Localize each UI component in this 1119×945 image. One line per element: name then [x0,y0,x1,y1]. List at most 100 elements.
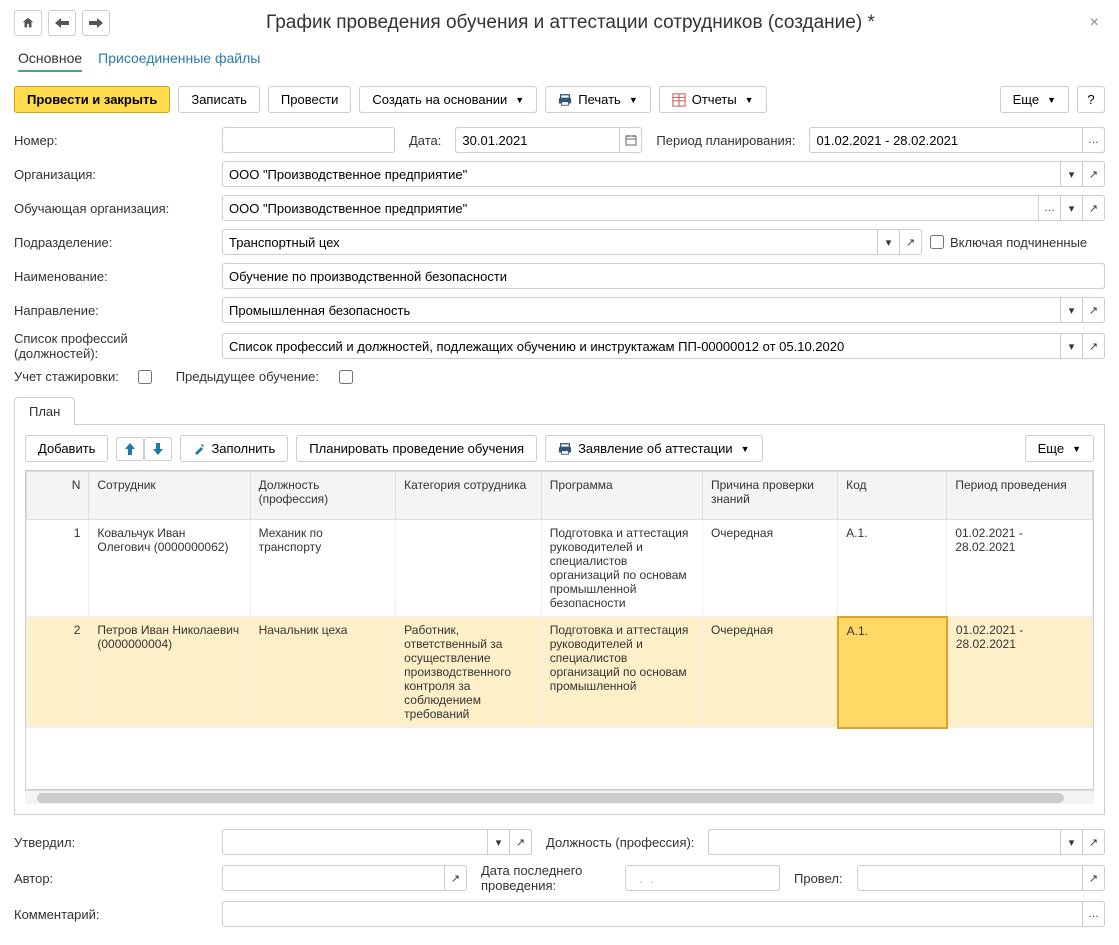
approved-input[interactable] [222,829,488,855]
tab-main[interactable]: Основное [18,50,82,72]
cell-category [396,520,542,617]
train-org-dropdown-button[interactable]: ▾ [1061,195,1083,221]
close-button[interactable]: × [1084,14,1105,32]
move-down-button[interactable] [144,437,172,461]
attestation-statement-button[interactable]: Заявление об аттестации▼ [545,435,762,462]
include-sub-checkbox-wrap[interactable]: Включая подчиненные [930,235,1087,250]
col-period[interactable]: Период проведения [947,472,1093,520]
tab-plan[interactable]: План [14,397,75,425]
org-input[interactable] [222,161,1061,187]
date-input[interactable] [455,127,620,153]
fill-button[interactable]: Заполнить [180,435,288,462]
col-n[interactable]: N [27,472,89,520]
date-picker-button[interactable] [620,127,642,153]
include-sub-label: Включая подчиненные [950,235,1087,250]
number-input[interactable] [222,127,395,153]
help-button[interactable]: ? [1077,86,1105,113]
col-employee[interactable]: Сотрудник [89,472,250,520]
print-button[interactable]: Печать ▼ [545,86,651,113]
org-open-button[interactable]: ↗ [1083,161,1105,187]
proflist-input[interactable] [222,333,1061,359]
prev-training-checkbox[interactable] [339,370,353,384]
proflist-label: Список профессий (должностей): [14,331,214,361]
move-up-button[interactable] [116,437,144,461]
calendar-icon [625,134,637,146]
page-title: График проведения обучения и аттестации … [266,12,875,34]
more-button[interactable]: Еще▼ [1000,86,1069,113]
chevron-down-icon: ▼ [515,95,524,105]
last-date-input[interactable] [625,865,780,891]
grid-more-button[interactable]: Еще▼ [1025,435,1094,462]
cell-reason: Очередная [702,520,837,617]
date-label: Дата: [409,133,441,148]
train-org-input[interactable] [222,195,1039,221]
back-button[interactable] [48,10,76,36]
print-label: Печать [578,92,621,107]
scrollbar-thumb[interactable] [37,793,1064,803]
cell-code[interactable]: А.1. [838,617,947,728]
post-button[interactable]: Провести [268,86,352,113]
cell-n: 2 [27,617,89,728]
cell-employee: Петров Иван Николаевич (0000000004) [89,617,250,728]
plan-grid: N Сотрудник Должность (профессия) Катего… [26,471,1093,729]
add-row-button[interactable]: Добавить [25,435,108,462]
cell-position: Механик по транспорту [250,520,396,617]
dept-input[interactable] [222,229,878,255]
direction-dropdown-button[interactable]: ▾ [1061,297,1083,323]
reports-label: Отчеты [692,92,737,107]
approved-open-button[interactable]: ↗ [510,829,532,855]
position-dropdown-button[interactable]: ▾ [1061,829,1083,855]
col-program[interactable]: Программа [541,472,702,520]
table-row[interactable]: 2 Петров Иван Николаевич (0000000004) На… [27,617,1093,728]
cell-program: Подготовка и аттестация руководителей и … [541,520,702,617]
home-button[interactable] [14,10,42,36]
author-input[interactable] [222,865,445,891]
name-input[interactable] [222,263,1105,289]
train-org-label: Обучающая организация: [14,201,214,216]
position-open-button[interactable]: ↗ [1083,829,1105,855]
plan-training-button[interactable]: Планировать проведение обучения [296,435,537,462]
chevron-down-icon: ▼ [745,95,754,105]
col-category[interactable]: Категория сотрудника [396,472,542,520]
cell-reason: Очередная [702,617,837,728]
plan-period-select-button[interactable]: … [1083,127,1105,153]
internship-checkbox[interactable] [138,370,152,384]
direction-open-button[interactable]: ↗ [1083,297,1105,323]
arrow-down-icon [153,443,163,455]
write-button[interactable]: Записать [178,86,260,113]
forward-button[interactable] [82,10,110,36]
proflist-open-button[interactable]: ↗ [1083,333,1105,359]
author-open-button[interactable]: ↗ [445,865,467,891]
proflist-dropdown-button[interactable]: ▾ [1061,333,1083,359]
approved-dropdown-button[interactable]: ▾ [488,829,510,855]
conducted-input[interactable] [857,865,1083,891]
grid-area[interactable]: N Сотрудник Должность (профессия) Катего… [25,470,1094,790]
comment-input[interactable] [222,901,1083,927]
number-label: Номер: [14,133,214,148]
org-dropdown-button[interactable]: ▾ [1061,161,1083,187]
position-input[interactable] [708,829,1061,855]
dept-dropdown-button[interactable]: ▾ [878,229,900,255]
post-and-close-button[interactable]: Провести и закрыть [14,86,170,113]
col-position[interactable]: Должность (профессия) [250,472,396,520]
statement-label: Заявление об аттестации [578,441,733,456]
reports-button[interactable]: Отчеты ▼ [659,86,767,113]
col-code[interactable]: Код [838,472,947,520]
dept-open-button[interactable]: ↗ [900,229,922,255]
col-reason[interactable]: Причина проверки знаний [702,472,837,520]
direction-input[interactable] [222,297,1061,323]
train-org-select-button[interactable]: … [1039,195,1061,221]
comment-label: Комментарий: [14,907,214,922]
plan-period-input[interactable] [809,127,1083,153]
create-based-button[interactable]: Создать на основании▼ [359,86,537,113]
tab-attached-files[interactable]: Присоединенные файлы [98,50,260,72]
conducted-label: Провел: [794,871,843,886]
train-org-open-button[interactable]: ↗ [1083,195,1105,221]
include-sub-checkbox[interactable] [930,235,944,249]
horizontal-scrollbar[interactable] [25,790,1094,804]
conducted-open-button[interactable]: ↗ [1083,865,1105,891]
chevron-down-icon: ▼ [629,95,638,105]
comment-select-button[interactable]: … [1083,901,1105,927]
chevron-down-icon: ▼ [1072,444,1081,454]
table-row[interactable]: 1 Ковальчук Иван Олегович (0000000062) М… [27,520,1093,617]
